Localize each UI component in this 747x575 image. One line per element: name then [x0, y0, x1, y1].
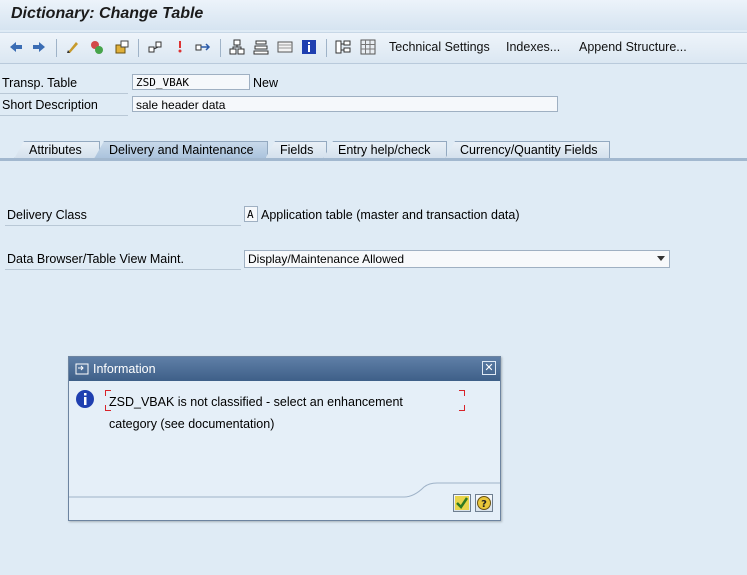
information-dialog: Information ✕ ZSD_VBAK is not classified… [68, 356, 501, 521]
table-status: New [253, 76, 279, 90]
window-title: Dictionary: Change Table [11, 5, 204, 22]
technical-settings-button[interactable]: Technical Settings [389, 40, 490, 54]
label-underline [5, 269, 241, 270]
tab-attributes[interactable]: Attributes [14, 141, 100, 159]
toggle-display-change-icon[interactable] [65, 39, 81, 55]
delivery-class-label: Delivery Class [7, 208, 87, 222]
delivery-class-field[interactable]: A [244, 206, 258, 222]
object-list-icon[interactable] [172, 39, 188, 55]
focus-corner [459, 405, 465, 411]
svg-text:?: ? [481, 499, 487, 510]
navigate-icon[interactable] [195, 39, 211, 55]
toolbar-separator [56, 39, 57, 57]
forward-icon[interactable] [31, 39, 47, 55]
confirm-button[interactable] [453, 494, 471, 512]
activate-icon[interactable] [114, 39, 130, 55]
application-toolbar: Technical Settings Indexes... Append Str… [0, 32, 747, 64]
tab-delivery-and-maintenance[interactable]: Delivery and Maintenance [94, 141, 268, 159]
tab-currency-quantity-fields[interactable]: Currency/Quantity Fields [445, 141, 610, 159]
table-contents-icon[interactable] [277, 39, 293, 55]
data-browser-dropdown[interactable]: Display/Maintenance Allowed [244, 250, 670, 268]
window-title-bar: Dictionary: Change Table [0, 0, 747, 30]
checkmark-icon [455, 496, 469, 510]
hierarchy-icon[interactable] [229, 39, 245, 55]
label-underline [0, 93, 128, 94]
data-browser-selected-value: Display/Maintenance Allowed [248, 252, 405, 266]
structure-icon[interactable] [335, 39, 351, 55]
focus-corner [459, 390, 465, 396]
delivery-class-description: Application table (master and transactio… [261, 208, 520, 222]
dialog-title-bar[interactable]: Information ✕ [69, 357, 500, 381]
info-icon [76, 390, 94, 408]
check-icon[interactable] [89, 39, 105, 55]
data-browser-label: Data Browser/Table View Maint. [7, 252, 184, 266]
close-icon[interactable]: ✕ [482, 361, 496, 375]
label-underline [0, 115, 128, 116]
short-description-label: Short Description [2, 98, 98, 112]
grid-icon[interactable] [360, 39, 376, 55]
dialog-divider [69, 482, 500, 498]
chevron-down-icon[interactable] [657, 256, 665, 261]
toolbar-separator [220, 39, 221, 57]
back-icon[interactable] [8, 39, 24, 55]
transp-table-label: Transp. Table [2, 76, 78, 90]
tab-entry-help-check[interactable]: Entry help/check [323, 141, 447, 159]
toolbar-separator [326, 39, 327, 57]
dialog-title: Information [93, 362, 156, 376]
toolbar-separator [138, 39, 139, 57]
tab-fields[interactable]: Fields [265, 141, 327, 159]
window-icon [75, 363, 89, 375]
info-icon[interactable] [301, 39, 317, 55]
transp-table-field[interactable]: ZSD_VBAK [132, 74, 250, 90]
display-object-list-icon[interactable] [253, 39, 269, 55]
dialog-message: ZSD_VBAK is not classified - select an e… [109, 395, 403, 431]
label-underline [5, 225, 241, 226]
indexes-button[interactable]: Indexes... [506, 40, 560, 54]
tabstrip-border [0, 158, 747, 161]
help-icon: ? [477, 496, 491, 510]
short-description-field[interactable]: sale header data [132, 96, 558, 112]
help-button[interactable]: ? [475, 494, 493, 512]
where-used-icon[interactable] [147, 39, 163, 55]
append-structure-button[interactable]: Append Structure... [579, 40, 687, 54]
